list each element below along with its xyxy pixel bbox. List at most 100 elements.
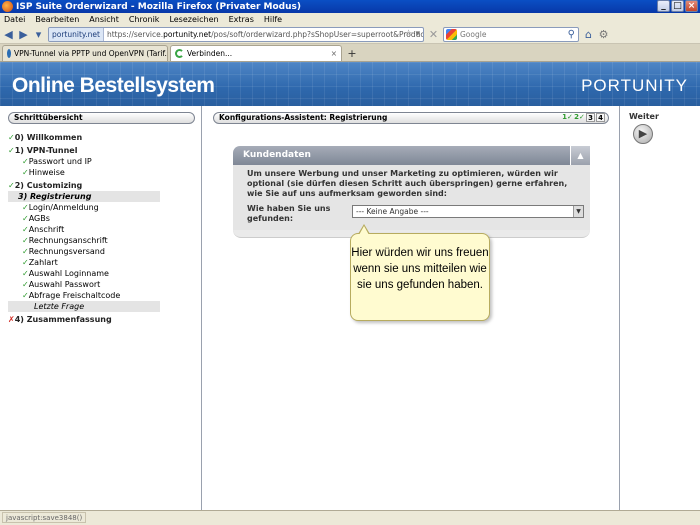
window-controls: _ □ × [657, 0, 698, 12]
step-item[interactable]: ✓AGBs [8, 213, 195, 224]
collapse-toggle-button[interactable]: ▲ [570, 146, 590, 165]
minimize-button[interactable]: _ [657, 0, 670, 12]
search-box[interactable]: Google ⚲ [443, 26, 579, 42]
kundendaten-body: Um unsere Werbung und unser Marketing zu… [233, 165, 590, 230]
url-bar[interactable]: portunity.net https://service.portunity.… [48, 26, 424, 42]
site-banner: Online Bestellsystem PORTUNITY [0, 62, 700, 106]
checkmark-icon: ✓ [22, 258, 29, 267]
checkmark-icon: ✓ [8, 146, 15, 155]
menu-lesezeichen[interactable]: Lesezeichen [169, 15, 218, 24]
source-field-row: Wie haben Sie uns gefunden: --- Keine An… [247, 204, 584, 224]
tab-favicon-icon [7, 49, 11, 58]
home-icon[interactable]: ⌂ [583, 28, 594, 41]
cross-icon: ✗ [8, 315, 15, 324]
tab-verbinden[interactable]: Verbinden... × [170, 45, 342, 61]
forward-icon[interactable]: ▶ [18, 28, 29, 41]
step-item[interactable]: ✓Passwort und IP [8, 156, 195, 167]
tab-vpn-tunnel[interactable]: VPN-Tunnel via PPTP und OpenVPN (Tarif..… [2, 45, 168, 61]
step-overview-header: Schrittübersicht [8, 112, 195, 124]
kundendaten-description: Um unsere Werbung und unser Marketing zu… [247, 169, 568, 198]
menu-datei[interactable]: Datei [4, 15, 25, 24]
step-label: Rechnungsversand [28, 247, 105, 256]
weiter-button[interactable]: ▶ [633, 124, 653, 144]
menu-bar: Datei Bearbeiten Ansicht Chronik Lesezei… [0, 13, 700, 25]
step-overview-panel: Schrittübersicht ✓0) Willkommen ✓1) VPN-T… [0, 106, 202, 510]
window-title: ISP Suite Orderwizard - Mozilla Firefox … [16, 1, 302, 12]
checkmark-icon: ✓ [22, 280, 29, 289]
step-item[interactable]: ✓2) Customizing [8, 180, 195, 191]
arrow-right-icon: ▶ [638, 127, 648, 140]
stop-icon[interactable]: ✕ [428, 28, 439, 41]
source-select[interactable]: --- Keine Angabe --- ▼ [352, 205, 584, 218]
step-label: 0) Willkommen [14, 133, 83, 142]
wizard-title: Konfigurations-Assistent: Registrierung [219, 113, 388, 122]
step-list: ✓0) Willkommen ✓1) VPN-Tunnel ✓Passwort un… [8, 132, 195, 325]
help-tooltip: Hier würden wir uns freuen wenn sie uns … [350, 224, 490, 321]
step-item[interactable]: Letzte Frage [8, 301, 160, 312]
step-label: Letzte Frage [34, 302, 85, 311]
checkmark-icon: ✓ [8, 133, 15, 142]
step-item[interactable]: ✓Hinweise [8, 167, 195, 178]
menu-bearbeiten[interactable]: Bearbeiten [35, 15, 79, 24]
wizard-step-3: 3 [586, 113, 595, 122]
url-prefix: https://service. [106, 29, 164, 39]
menu-hilfe[interactable]: Hilfe [264, 15, 282, 24]
tab-label: VPN-Tunnel via PPTP und OpenVPN (Tarif..… [14, 49, 168, 58]
site-identity-badge[interactable]: portunity.net [49, 27, 104, 41]
step-label: Rechnungsanschrift [28, 236, 108, 245]
step-label: Hinweise [28, 168, 65, 177]
checkmark-icon: ✓ [22, 291, 29, 300]
step-label: 4) Zusammenfassung [14, 315, 112, 324]
step-item[interactable]: ✓1) VPN-Tunnel [8, 145, 195, 156]
step-label: Zahlart [28, 258, 58, 267]
step-label: Abfrage Freischaltcode [28, 291, 121, 300]
step-item[interactable]: ✓Rechnungsanschrift [8, 235, 195, 246]
wizard-header: Konfigurations-Assistent: Registrierung … [213, 112, 609, 124]
wizard-step-indicator: 1✓ 2✓ 3 4 [562, 113, 605, 122]
loading-spinner-icon [175, 49, 184, 58]
tab-close-icon[interactable]: × [331, 49, 337, 58]
step-item[interactable]: ✓Login/Anmeldung [8, 202, 195, 213]
close-button[interactable]: × [685, 0, 698, 12]
step-label: Login/Anmeldung [28, 203, 99, 212]
step-item[interactable]: ✓Zahlart [8, 257, 195, 268]
checkmark-icon: ✓ [22, 247, 29, 256]
portunity-logo: PORTUNITY [581, 76, 688, 95]
step-item[interactable]: ✗4) Zusammenfassung [8, 314, 195, 325]
step-label: AGBs [28, 214, 50, 223]
menu-chronik[interactable]: Chronik [129, 15, 160, 24]
checkmark-icon: ✓ [22, 225, 29, 234]
menu-extras[interactable]: Extras [229, 15, 254, 24]
menu-ansicht[interactable]: Ansicht [89, 15, 119, 24]
kundendaten-header: Kundendaten ▲ [233, 146, 590, 165]
checkmark-icon: ✓ [8, 181, 15, 190]
new-tab-button[interactable]: + [344, 47, 360, 61]
navigation-panel: Weiter ▶ [621, 106, 700, 510]
step-item[interactable]: ✓Abfrage Freischaltcode [8, 290, 195, 301]
step-item[interactable]: ✓Anschrift [8, 224, 195, 235]
window-titlebar: ISP Suite Orderwizard - Mozilla Firefox … [0, 0, 700, 13]
back-icon[interactable]: ◀ [3, 28, 14, 41]
step-item[interactable]: 3) Registrierung [8, 191, 160, 202]
step-label: Anschrift [28, 225, 65, 234]
search-icon[interactable]: ⚲ [568, 29, 575, 40]
checkmark-icon: ✓ [22, 168, 29, 177]
site-title: Online Bestellsystem [12, 74, 215, 97]
bookmark-star-icon[interactable]: ☆ ▾ [405, 29, 420, 39]
checkmark-icon: ✓ [22, 269, 29, 278]
step-item[interactable]: ✓Auswahl Loginname [8, 268, 195, 279]
dropdown-arrow-icon[interactable]: ▼ [573, 206, 583, 217]
reload-menu-icon[interactable]: ▾ [33, 28, 44, 41]
wizard-panel: Konfigurations-Assistent: Registrierung … [203, 106, 620, 510]
step-item[interactable]: ✓Auswahl Passwort [8, 279, 195, 290]
maximize-button[interactable]: □ [671, 0, 684, 12]
addon-icon[interactable]: ⚙ [598, 28, 609, 41]
kundendaten-title: Kundendaten [243, 150, 311, 160]
step-item[interactable]: ✓0) Willkommen [8, 132, 195, 143]
url-text: https://service.portunity.net/pos/soft/o… [106, 29, 423, 39]
search-placeholder: Google [460, 29, 487, 39]
tab-label: Verbinden... [187, 49, 233, 58]
step-item[interactable]: ✓Rechnungsversand [8, 246, 195, 257]
google-icon[interactable] [446, 28, 457, 40]
firefox-icon [2, 1, 13, 12]
